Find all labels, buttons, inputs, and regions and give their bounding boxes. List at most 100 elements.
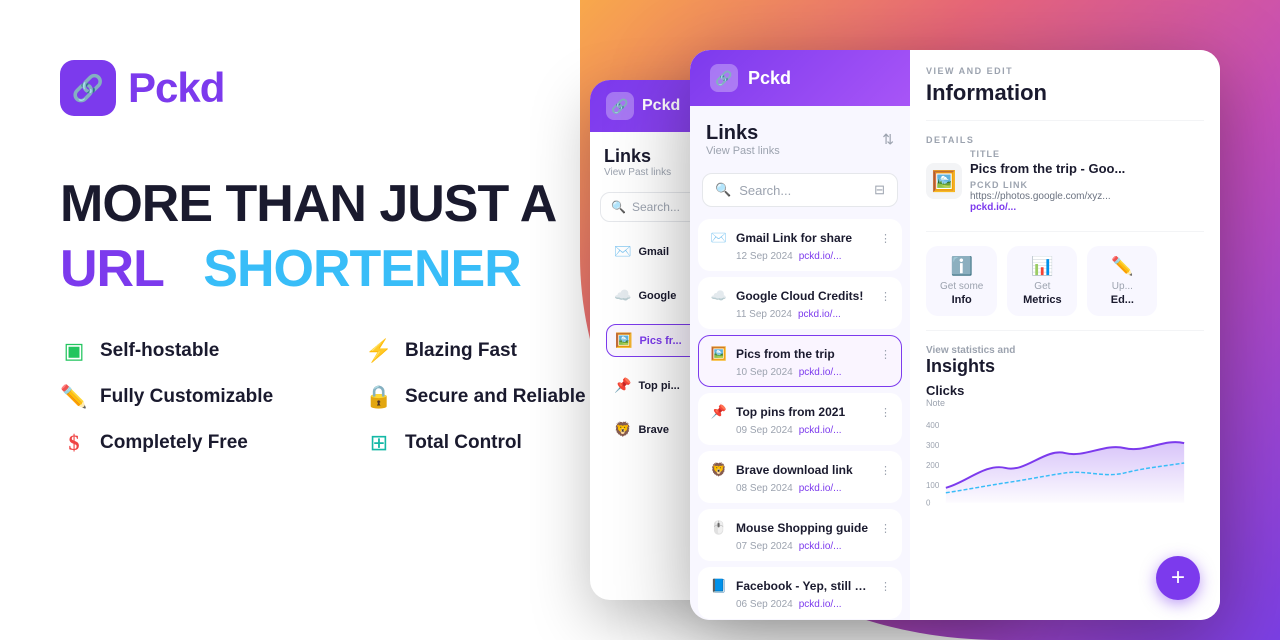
feature-label: Self-hostable [100,340,219,362]
list-item[interactable]: 📘 Facebook - Yep, still use it :( ⋮ 06 S… [698,567,902,619]
chart-area: 400 300 200 100 0 [926,418,1204,518]
up-label: Up... [1101,281,1143,292]
search-placeholder: Search... [739,183,791,198]
sort-icon[interactable]: ⇅ [882,131,894,148]
get-label: Get [1021,281,1063,292]
feature-fully-customizable: ✏️ Fully Customizable [60,384,335,410]
edit-button[interactable]: ✏️ Up... Ed... [1087,246,1157,316]
headline-url-word: URL [60,240,163,298]
link-date: 08 Sep 2024 [736,483,793,494]
photos-favicon: 🖼️ [709,344,729,364]
target-label: PCKD LINK [970,180,1204,190]
logo-area: 🔗 Pckd [60,60,640,116]
app-logo-icon: 🔗 [710,64,738,92]
list-item[interactable]: ✉️ Gmail Link for share ⋮ 12 Sep 2024 pc… [698,219,902,271]
feature-completely-free: $ Completely Free [60,430,335,456]
mockup-area: 🔗 Pckd Links View Past links 🔍 Search...… [530,0,1280,640]
links-header: Links View Past links ⇅ [690,106,910,165]
headline-shortener-word: SHORTENER [203,240,520,298]
chart-month-apr: Apr [1059,517,1073,518]
svg-text:400: 400 [926,421,940,430]
link-date: 06 Sep 2024 [736,599,793,610]
link-name: Brave [638,424,669,436]
edit-icon: ✏️ [1101,256,1143,277]
feature-secure-reliable: 🔒 Secure and Reliable [365,384,640,410]
add-link-fab[interactable]: + [1156,556,1200,600]
list-item-active[interactable]: 🖼️ Pics from the trip ⋮ 10 Sep 2024 pckd… [698,335,902,387]
dollar-icon: $ [60,430,88,456]
links-section-title: Links [706,122,780,145]
headline-line2: URL SHORTENER [60,241,640,298]
link-short-url: pckd.io/... [799,599,842,610]
gmail-favicon: ✉️ [709,228,729,248]
info-button[interactable]: ℹ️ Get some Info [926,246,997,316]
chart-month-jan: Jan [926,517,941,518]
feature-label: Total Control [405,432,522,454]
link-date: 09 Sep 2024 [736,425,793,436]
more-icon[interactable]: ⋮ [880,290,891,303]
app-header: 🔗 Pckd [690,50,910,106]
more-icon[interactable]: ⋮ [880,406,891,419]
features-grid: ▣ Self-hostable ⚡ Blazing Fast ✏️ Fully … [60,338,640,456]
link-short-url: pckd.io/... [799,483,842,494]
metrics-button[interactable]: 📊 Get Metrics [1007,246,1077,316]
feature-label: Secure and Reliable [405,386,586,408]
left-content: 🔗 Pckd MORE THAN JUST A URL SHORTENER ▣ … [60,60,640,456]
more-icon[interactable]: ⋮ [880,232,891,245]
edit-label: Ed... [1101,294,1143,306]
search-icon: 🔍 [715,182,731,198]
svg-text:200: 200 [926,461,940,470]
app-window-front: 🔗 Pckd Links View Past links ⇅ 🔍 Search.… [690,50,1220,620]
more-icon[interactable]: ⋮ [880,464,891,477]
info-label: Info [940,294,983,306]
feature-blazing-fast: ⚡ Blazing Fast [365,338,640,364]
headline-line1: MORE THAN JUST A [60,176,640,233]
metrics-label: Metrics [1021,294,1063,306]
details-section: DETAILS 🖼️ TITLE Pics from the trip - Go… [926,135,1204,217]
gcloud-favicon: ☁️ [709,286,729,306]
link-short-url: pckd.io/... [799,425,842,436]
title-label: TITLE [970,149,1204,159]
target-url: https://photos.google.com/xyz... [970,191,1204,202]
brave-favicon: 🦁 [709,460,729,480]
list-item[interactable]: 🦁 Brave download link ⋮ 08 Sep 2024 pckd… [698,451,902,503]
metrics-icon: 📊 [1021,256,1063,277]
chart-month-may: May [1102,517,1119,518]
clicks-title: Clicks [926,383,1204,398]
more-icon[interactable]: ⋮ [880,580,891,593]
feature-label: Fully Customizable [100,386,273,408]
plus-icon: + [1171,564,1185,592]
link-title: Gmail Link for share [736,231,873,245]
more-icon[interactable]: ⋮ [880,522,891,535]
chart-labels: Jan Feb Mar Apr May Jun Jul [926,517,1204,518]
pinterest-favicon: 📌 [709,402,729,422]
get-some-label: Get some [940,281,983,292]
more-icon[interactable]: ⋮ [880,348,891,361]
details-panel: View and edit Information DETAILS 🖼️ TIT… [910,50,1220,620]
app-title: Pckd [748,68,791,89]
list-item[interactable]: 🖱️ Mouse Shopping guide ⋮ 07 Sep 2024 pc… [698,509,902,561]
list-item[interactable]: 📌 Top pins from 2021 ⋮ 09 Sep 2024 pckd.… [698,393,902,445]
feature-label: Completely Free [100,432,248,454]
filter-icon[interactable]: ⊟ [874,182,885,198]
link-name: Gmail [638,246,669,258]
link-name: Pics fr... [639,335,681,347]
list-item[interactable]: ☁️ Google Cloud Credits! ⋮ 11 Sep 2024 p… [698,277,902,329]
action-buttons: ℹ️ Get some Info 📊 Get Metrics ✏️ Up... … [926,246,1204,316]
divider [926,120,1204,121]
search-bar[interactable]: 🔍 Search... ⊟ [702,173,898,207]
insights-title: Insights [926,356,1204,377]
chart-month-jul: Jul [1192,517,1204,518]
link-short-url: pckd.io/... [799,541,842,552]
link-display-title: Pics from the trip - Goo... [970,161,1204,176]
view-edit-label: View and edit [926,66,1204,76]
logo-icon: 🔗 [60,60,116,116]
pencil-icon: ✏️ [60,384,88,410]
link-title: Top pins from 2021 [736,405,873,419]
view-stats-label: View statistics and [926,345,1204,356]
lightning-icon: ⚡ [365,338,393,364]
link-favicon-large: 🖼️ [926,163,962,199]
link-title: Mouse Shopping guide [736,521,873,535]
link-title: Pics from the trip [736,347,873,361]
information-section: View and edit Information [926,66,1204,106]
